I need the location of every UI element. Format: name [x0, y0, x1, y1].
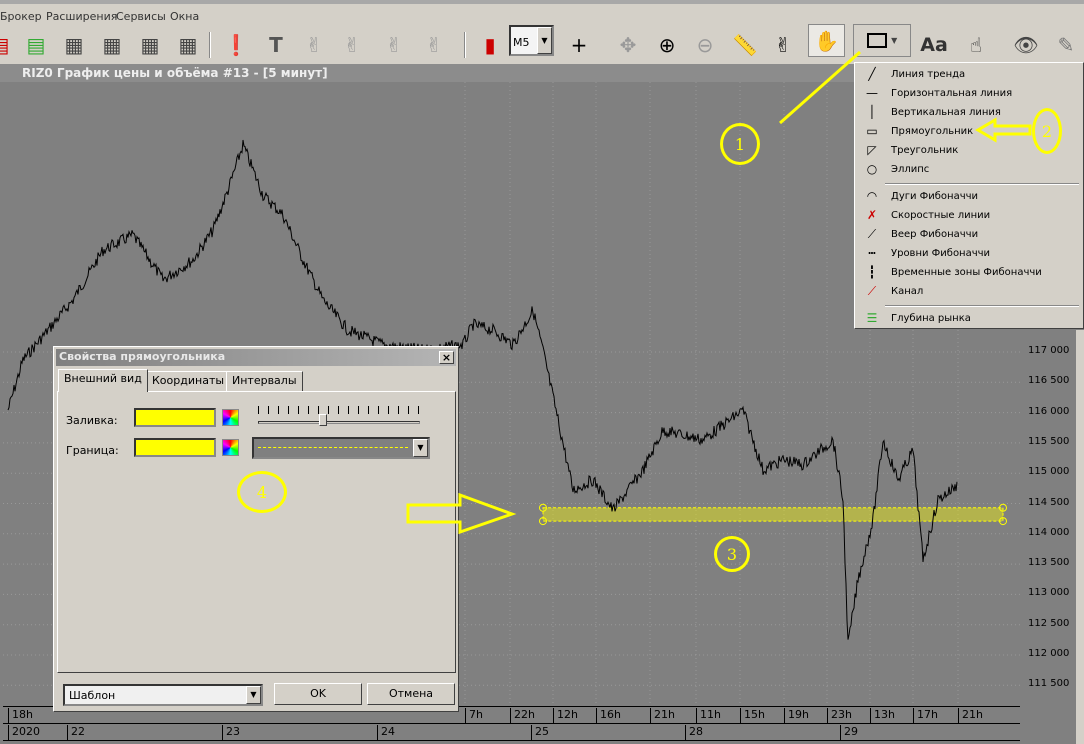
annotation-overlay	[406, 50, 1032, 535]
annotation-1: 1	[720, 123, 760, 165]
annotation-pointer-line	[779, 50, 861, 125]
annotation-2: 2	[1032, 108, 1062, 154]
annotation-arrow-right	[406, 492, 517, 535]
tab-appearance[interactable]: Внешний вид	[58, 369, 148, 392]
annotation-4: 4	[237, 471, 287, 513]
annotation-3: 3	[714, 536, 750, 572]
annotation-arrow-left	[975, 117, 1032, 143]
